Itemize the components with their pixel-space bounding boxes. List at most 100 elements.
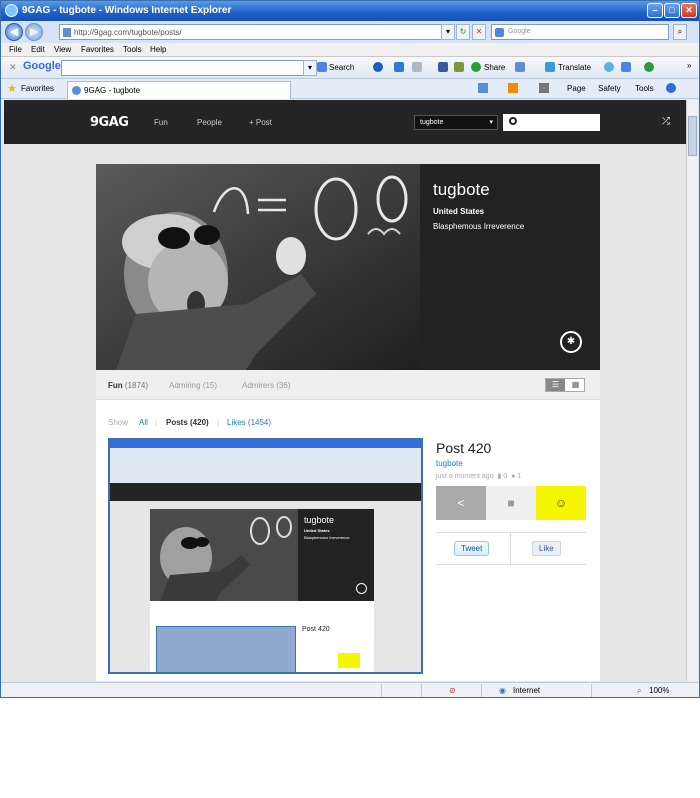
filter-show-label: Show (108, 418, 129, 427)
favorites-button[interactable]: Favorites (21, 84, 54, 93)
tab-admirers-label: Admirers (242, 381, 275, 390)
profile-motto: Blasphemous Irreverence (433, 222, 525, 231)
home-icon[interactable] (478, 83, 488, 93)
google-toolbar-input[interactable] (61, 60, 311, 76)
camera-icon[interactable] (394, 62, 404, 72)
status-dot-icon (644, 62, 654, 72)
post-image[interactable]: tugbote United States Blasphemous Irreve… (108, 438, 423, 674)
section-select-value: tugbote (420, 119, 444, 126)
page-icon (63, 28, 71, 37)
security-zone: Internet (513, 686, 541, 695)
favorites-star-icon[interactable]: ★ (7, 82, 17, 95)
share-button[interactable]: Share (484, 63, 505, 72)
menu-favorites[interactable]: Favorites (81, 45, 114, 54)
nav-post[interactable]: + Post (249, 118, 272, 127)
nav-fun[interactable]: Fun (154, 118, 168, 127)
address-url: http://9gag.com/tugbote/posts/ (74, 28, 182, 37)
menu-tools[interactable]: Tools (123, 45, 142, 54)
profile-country: United States (433, 207, 485, 216)
site-header: 9GAG Fun People + Post tugbote ▾ ⤮ (4, 100, 686, 144)
menu-edit[interactable]: Edit (31, 45, 45, 54)
tab-admiring[interactable]: Admiring (15) (169, 381, 217, 390)
tweet-button[interactable]: Tweet (454, 541, 490, 556)
thumb-posts-panel: Post 420 (150, 601, 374, 672)
status-divider (421, 684, 422, 697)
tab-admirers[interactable]: Admirers (36) (242, 381, 290, 390)
grid-icon[interactable] (412, 62, 422, 72)
share-button[interactable]: < (436, 486, 486, 520)
maximize-button[interactable]: □ (664, 3, 680, 18)
post-title[interactable]: Post 420 (436, 440, 491, 456)
scrollbar-thumb[interactable] (688, 116, 697, 156)
search-go-icon[interactable]: ⌕ (673, 24, 687, 40)
google-search-button[interactable]: Search (329, 63, 354, 72)
translate-button[interactable]: Translate (558, 63, 591, 72)
browser-window: 9GAG - tugbote - Windows Internet Explor… (0, 0, 700, 698)
comment-button[interactable]: ■ (486, 486, 536, 520)
page-menu[interactable]: Page (567, 84, 586, 93)
back-button[interactable]: ◀ (5, 23, 23, 41)
filter-all[interactable]: All (139, 418, 148, 427)
thumb-cover-image (150, 509, 298, 601)
refresh-icon[interactable]: ↻ (456, 24, 470, 40)
thumb-titlebar (110, 440, 421, 448)
menu-view[interactable]: View (54, 45, 71, 54)
google-search-icon (495, 28, 504, 37)
google-toolbar: ✕ Google ▾ Search Share Translate » (1, 57, 699, 79)
print-icon[interactable] (539, 83, 549, 93)
menu-help[interactable]: Help (150, 45, 166, 54)
site-search-input[interactable] (503, 114, 600, 131)
share-icon[interactable] (471, 62, 481, 72)
social-buttons: Tweet Like (436, 532, 586, 565)
tab-favicon-icon (72, 86, 81, 95)
filter-likes[interactable]: Likes (1454) (227, 418, 271, 427)
facebook-like-button[interactable]: Like (532, 541, 561, 556)
zoom-level[interactable]: 100% (649, 686, 669, 695)
wifi-icon[interactable] (604, 62, 614, 72)
profile-username: tugbote (433, 180, 490, 199)
rss-icon[interactable] (508, 83, 518, 93)
facebook-icon[interactable] (438, 62, 448, 72)
search-placeholder: Google (508, 28, 531, 35)
grid-view-icon[interactable]: ▦ (566, 379, 585, 391)
shuffle-icon[interactable]: ⤮ (662, 116, 670, 127)
safety-menu[interactable]: Safety (598, 84, 621, 93)
post-user[interactable]: tugbote (436, 459, 463, 468)
post-meta: just a moment ago ▮ 0 ● 1 (436, 472, 521, 480)
tab-admiring-count: (15) (202, 381, 218, 390)
page-content: 9GAG Fun People + Post tugbote ▾ ⤮ tugbo… (4, 100, 686, 681)
stop-icon[interactable]: ✕ (472, 24, 486, 40)
internet-zone-icon: ◉ (499, 686, 506, 695)
nav-people[interactable]: People (197, 118, 222, 127)
wrench-icon[interactable] (621, 62, 631, 72)
close-button[interactable]: ✕ (681, 3, 697, 18)
settings-gear-icon[interactable]: ✱ (560, 331, 582, 353)
send-icon[interactable] (515, 62, 525, 72)
status-divider (481, 684, 482, 697)
filter-posts[interactable]: Posts (420) (166, 418, 209, 427)
address-dropdown-icon[interactable]: ▾ (441, 24, 455, 40)
address-bar[interactable]: http://9gag.com/tugbote/posts/ (59, 24, 454, 40)
site-logo[interactable]: 9GAG (90, 115, 129, 130)
vertical-scrollbar[interactable] (686, 100, 698, 681)
browser-search-input[interactable]: Google (491, 24, 669, 40)
section-select[interactable]: tugbote ▾ (414, 115, 498, 130)
smile-button[interactable]: ☺ (536, 486, 586, 520)
list-view-icon[interactable]: ☰ (546, 379, 565, 391)
globe-icon[interactable] (373, 62, 383, 72)
thumb-gear-icon (356, 583, 367, 594)
minimize-button[interactable]: – (647, 3, 663, 18)
browser-tab[interactable]: 9GAG - tugbote (67, 81, 291, 99)
menu-file[interactable]: File (9, 45, 22, 54)
google-dropdown-icon[interactable]: ▾ (303, 60, 317, 76)
forward-button[interactable]: ▶ (25, 23, 43, 41)
profile-cover-image (96, 164, 420, 370)
zoom-icon: ⌕ (637, 686, 642, 695)
close-toolbar-icon[interactable]: ✕ (9, 62, 17, 73)
tab-fun[interactable]: Fun (1874) (108, 381, 148, 390)
toolbar-overflow-icon[interactable]: » (687, 61, 691, 70)
tools-menu[interactable]: Tools (635, 84, 654, 93)
translate-icon (545, 62, 555, 72)
bookmark-icon[interactable] (454, 62, 464, 72)
help-icon[interactable] (666, 83, 676, 93)
